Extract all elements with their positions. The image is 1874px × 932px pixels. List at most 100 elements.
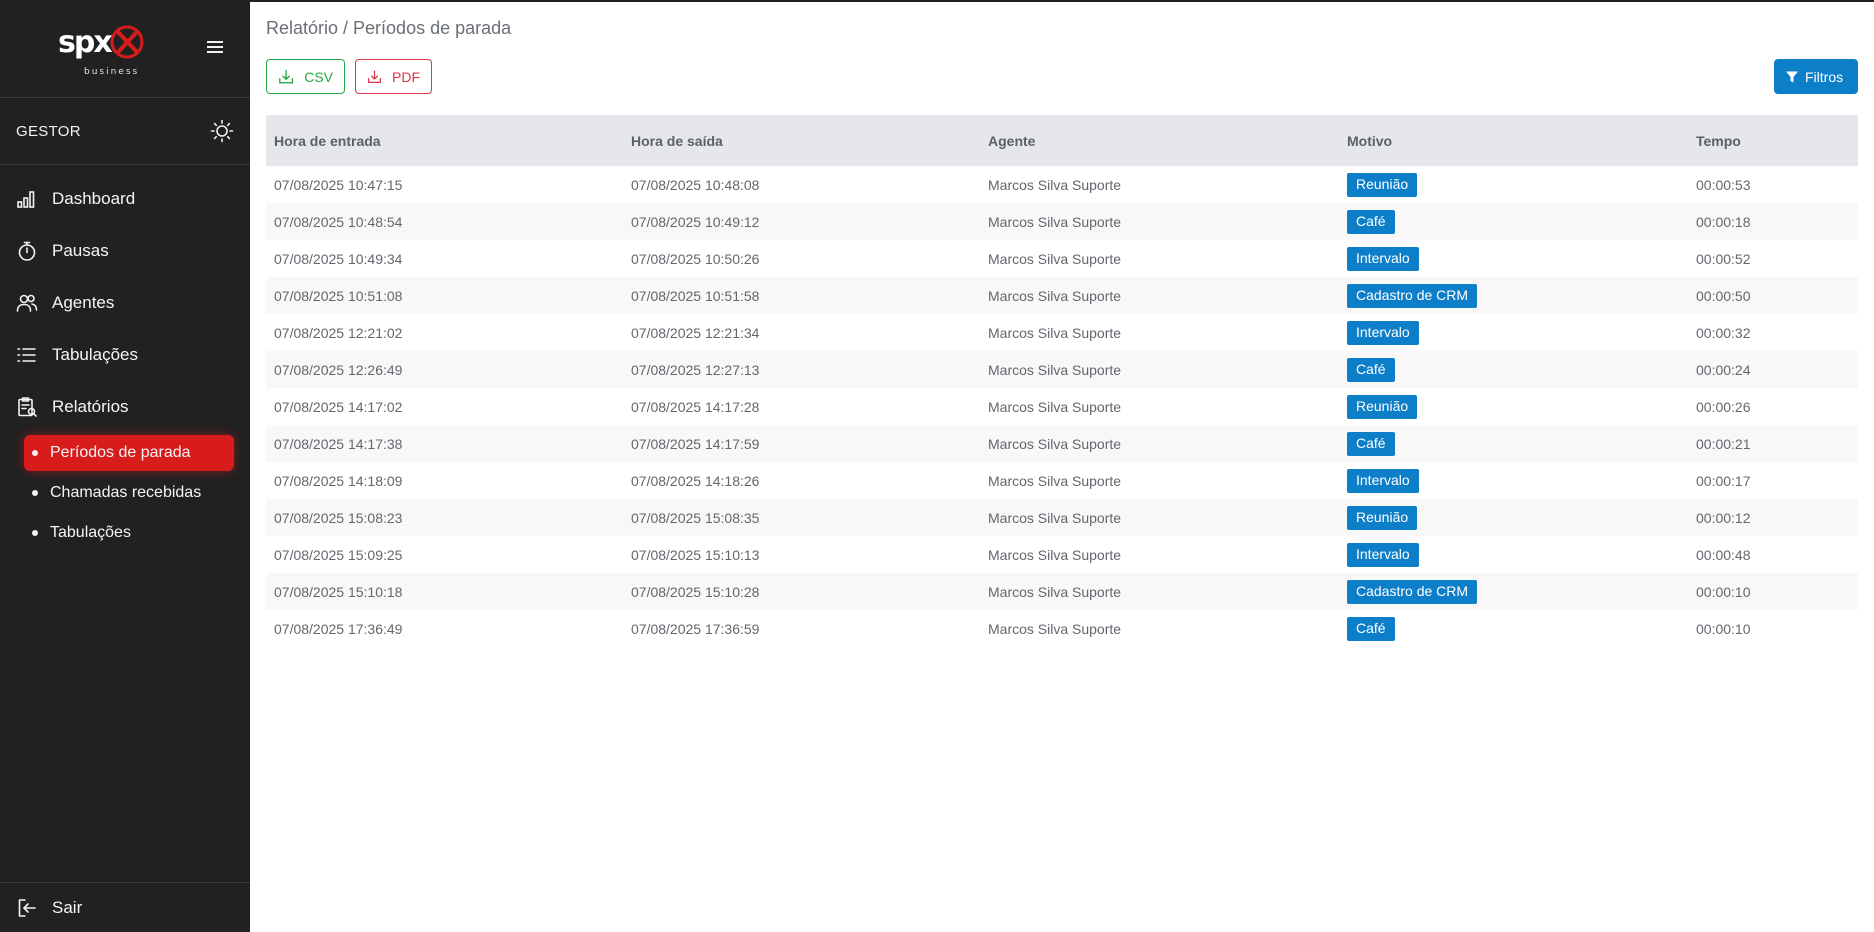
agent-cell: Marcos Silva Suporte — [988, 398, 1122, 415]
table-row: 07/08/2025 15:09:25 07/08/2025 15:10:13 Ma… — [266, 536, 1858, 573]
duration-cell: 00:00:32 — [1696, 324, 1751, 341]
submenu-item-periodos-de-parada[interactable]: Períodos de parada — [24, 435, 234, 471]
submenu-item-chamadas-recebidas[interactable]: Chamadas recebidas — [24, 475, 234, 511]
logout-button[interactable]: Sair — [0, 882, 250, 932]
exit-time-cell: 07/08/2025 10:50:26 — [631, 250, 760, 267]
users-icon — [16, 294, 38, 312]
reason-badge: Cadastro de CRM — [1347, 579, 1478, 604]
entry-time-cell: 07/08/2025 12:26:49 — [274, 361, 403, 378]
reason-cell: Intervalo — [1339, 536, 1688, 573]
column-header-exit-time[interactable]: Hora de saída — [623, 115, 980, 166]
main-content: Relatório / Períodos de parada CSV PDF F… — [250, 2, 1874, 932]
entry-time-cell: 07/08/2025 14:17:38 — [274, 435, 403, 452]
download-icon — [279, 69, 294, 84]
exit-time-cell: 07/08/2025 15:10:28 — [631, 583, 760, 600]
sun-icon[interactable] — [210, 119, 234, 143]
logout-icon — [18, 898, 36, 917]
filters-label: Filtros — [1805, 68, 1844, 85]
sidebar-item-tabulacoes[interactable]: Tabulações — [0, 329, 250, 381]
sidebar-item-label: Pausas — [52, 241, 109, 260]
report-clipboard-icon — [18, 397, 37, 417]
reason-badge: Intervalo — [1347, 246, 1419, 271]
agent-cell: Marcos Silva Suporte — [988, 361, 1122, 378]
sidebar-item-dashboard[interactable]: Dashboard — [0, 173, 250, 225]
exit-time-cell: 07/08/2025 12:21:34 — [631, 324, 760, 341]
agent-cell: Marcos Silva Suporte — [988, 546, 1122, 563]
exit-time-cell: 07/08/2025 15:10:13 — [631, 546, 760, 563]
submenu-item-label: Períodos de parada — [50, 444, 191, 461]
reports-submenu: Períodos de parada Chamadas recebidas Ta… — [0, 433, 250, 551]
column-header-agent[interactable]: Agente — [980, 115, 1339, 166]
table-row: 07/08/2025 14:18:09 07/08/2025 14:18:26 Ma… — [266, 462, 1858, 499]
exit-time-cell: 07/08/2025 10:49:12 — [631, 213, 760, 230]
exit-time-cell: 07/08/2025 10:51:58 — [631, 287, 760, 304]
role-label: GESTOR — [16, 122, 81, 140]
column-header-entry-time[interactable]: Hora de entrada — [266, 115, 623, 166]
svg-text:business: business — [84, 67, 139, 77]
entry-time-cell: 07/08/2025 12:21:02 — [274, 324, 403, 341]
role-row: GESTOR — [0, 98, 250, 165]
entry-time-cell: 07/08/2025 14:18:09 — [274, 472, 403, 489]
table-row: 07/08/2025 12:21:02 07/08/2025 12:21:34 Ma… — [266, 314, 1858, 351]
sidebar-item-label: Dashboard — [52, 189, 136, 208]
pdf-label: PDF — [392, 68, 420, 85]
export-csv-button[interactable]: CSV — [266, 59, 345, 94]
reason-badge: Reunião — [1347, 505, 1418, 530]
reason-badge: Intervalo — [1347, 542, 1419, 567]
duration-cell: 00:00:10 — [1696, 620, 1751, 637]
exit-time-cell: 07/08/2025 14:17:59 — [631, 435, 760, 452]
reason-cell: Cadastro de CRM — [1339, 573, 1688, 610]
entry-time-cell: 07/08/2025 10:51:08 — [274, 287, 403, 304]
hamburger-menu-icon[interactable] — [204, 36, 226, 58]
submenu-item-label: Tabulações — [50, 524, 131, 541]
entry-time-cell: 07/08/2025 15:08:23 — [274, 509, 403, 526]
table-row: 07/08/2025 17:36:49 07/08/2025 17:36:59 Ma… — [266, 610, 1858, 647]
sidebar-item-pausas[interactable]: Pausas — [0, 225, 250, 277]
table-row: 07/08/2025 15:08:23 07/08/2025 15:08:35 Ma… — [266, 499, 1858, 536]
agent-cell: Marcos Silva Suporte — [988, 176, 1122, 193]
reason-badge: Reunião — [1347, 172, 1418, 197]
reason-cell: Intervalo — [1339, 462, 1688, 499]
duration-cell: 00:00:50 — [1696, 287, 1751, 304]
entry-time-cell: 07/08/2025 15:09:25 — [274, 546, 403, 563]
sidebar-item-relatorios[interactable]: Relatórios — [0, 381, 250, 433]
entry-time-cell: 07/08/2025 14:17:02 — [274, 398, 403, 415]
table-row: 07/08/2025 10:47:15 07/08/2025 10:48:08 Ma… — [266, 166, 1858, 203]
reason-cell: Café — [1339, 610, 1688, 647]
column-header-duration[interactable]: Tempo — [1688, 115, 1858, 166]
duration-cell: 00:00:21 — [1696, 435, 1751, 452]
duration-cell: 00:00:24 — [1696, 361, 1751, 378]
reason-cell: Reunião — [1339, 166, 1688, 203]
sidebar-item-label: Agentes — [52, 293, 115, 312]
table-row: 07/08/2025 12:26:49 07/08/2025 12:27:13 Ma… — [266, 351, 1858, 388]
download-icon — [368, 70, 381, 83]
duration-cell: 00:00:48 — [1696, 546, 1751, 563]
agent-cell: Marcos Silva Suporte — [988, 287, 1122, 304]
table-body: 07/08/2025 10:47:15 07/08/2025 10:48:08 Ma… — [266, 166, 1858, 647]
logout-label: Sair — [52, 897, 83, 917]
agent-cell: Marcos Silva Suporte — [988, 472, 1122, 489]
toolbar: CSV PDF Filtros — [266, 59, 1858, 94]
reason-cell: Reunião — [1339, 499, 1688, 536]
agent-cell: Marcos Silva Suporte — [988, 324, 1122, 341]
filters-button[interactable]: Filtros — [1774, 59, 1858, 94]
table-header-row: Hora de entrada Hora de saída Agente Mot… — [266, 115, 1858, 166]
duration-cell: 00:00:10 — [1696, 583, 1751, 600]
reason-badge: Café — [1347, 431, 1395, 456]
table-row: 07/08/2025 14:17:02 07/08/2025 14:17:28 Ma… — [266, 388, 1858, 425]
entry-time-cell: 07/08/2025 15:10:18 — [274, 583, 403, 600]
reason-badge: Café — [1347, 616, 1395, 641]
entry-time-cell: 07/08/2025 10:49:34 — [274, 250, 403, 267]
entry-time-cell: 07/08/2025 17:36:49 — [274, 620, 403, 637]
reason-cell: Café — [1339, 351, 1688, 388]
sidebar-nav: Dashboard Pausas Agentes Tabulações Rela… — [0, 165, 250, 551]
reason-badge: Intervalo — [1347, 320, 1419, 345]
sidebar-item-agentes[interactable]: Agentes — [0, 277, 250, 329]
agent-cell: Marcos Silva Suporte — [988, 620, 1122, 637]
reason-badge: Café — [1347, 209, 1395, 234]
column-header-reason[interactable]: Motivo — [1339, 115, 1688, 166]
reason-cell: Café — [1339, 425, 1688, 462]
reason-badge: Café — [1347, 357, 1395, 382]
submenu-item-tabulacoes[interactable]: Tabulações — [24, 515, 234, 551]
export-pdf-button[interactable]: PDF — [355, 59, 432, 94]
